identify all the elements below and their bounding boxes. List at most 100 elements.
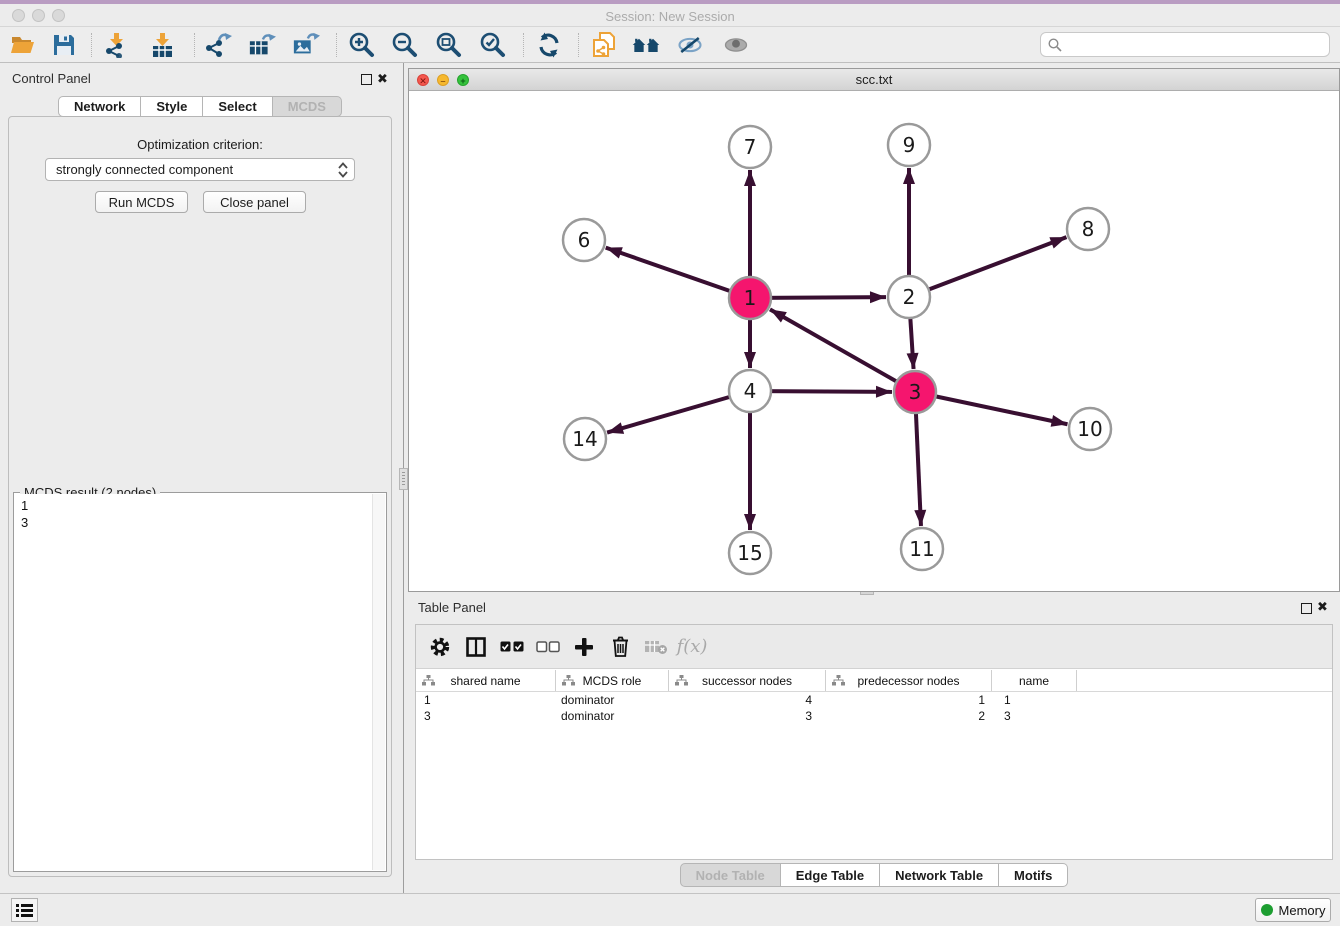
deselect-all-checkboxes-icon[interactable] [530,632,566,662]
zoom-fit-icon[interactable] [435,32,463,58]
graph-edge-1-6[interactable] [606,248,750,298]
add-row-icon[interactable] [566,632,602,662]
toolbar-separator [194,33,195,57]
import-table-icon[interactable] [148,32,176,58]
graph-node-9[interactable]: 9 [888,124,930,166]
cell-name[interactable]: 1 [992,693,1077,709]
tab-motifs[interactable]: Motifs [999,863,1068,887]
task-history-button[interactable] [11,898,38,922]
show-eye-icon[interactable] [722,32,750,58]
svg-text:10: 10 [1077,417,1102,441]
delete-table-icon[interactable] [638,632,674,662]
svg-text:1: 1 [744,286,757,310]
header-spacer [1077,670,1332,691]
graph-edge-4-14[interactable] [607,391,750,433]
cell-successor-nodes[interactable]: 4 [669,693,826,709]
cell-mcds-role[interactable]: dominator [556,693,669,709]
control-panel-close-icon[interactable]: ✖ [377,73,388,85]
main-toolbar [0,27,1340,63]
svg-text:7: 7 [744,135,757,159]
column-header-mcds-role[interactable]: MCDS role [556,670,669,691]
graph-node-4[interactable]: 4 [729,370,771,412]
graph-edge-3-1[interactable] [770,309,915,392]
tab-mcds[interactable]: MCDS [273,96,342,117]
cell-successor-nodes[interactable]: 3 [669,709,826,725]
svg-text:14: 14 [572,427,597,451]
export-image-icon[interactable] [292,32,320,58]
function-builder-icon[interactable]: f(x) [674,632,710,662]
graph-node-1[interactable]: 1 [729,277,771,319]
settings-gear-icon[interactable] [422,632,458,662]
show-columns-icon[interactable] [458,632,494,662]
cell-predecessor-nodes[interactable]: 1 [826,693,992,709]
cell-shared-name[interactable]: 3 [416,709,556,725]
table-panel-float-button[interactable] [1301,603,1312,614]
delete-row-icon[interactable] [602,632,638,662]
tab-style[interactable]: Style [141,96,203,117]
graph-node-3[interactable]: 3 [894,371,936,413]
graph-node-8[interactable]: 8 [1067,208,1109,250]
graph-node-2[interactable]: 2 [888,276,930,318]
mcds-result-text[interactable]: 1 3 [15,494,372,870]
graph-node-6[interactable]: 6 [563,219,605,261]
app-title: Session: New Session [0,9,1340,24]
zoom-selected-icon[interactable] [479,32,507,58]
clone-network-icon[interactable] [590,32,618,58]
network-window-titlebar[interactable]: ✕ – + scc.txt [409,69,1339,91]
open-file-icon[interactable] [9,32,37,58]
cell-mcds-role[interactable]: dominator [556,709,669,725]
import-network-icon[interactable] [102,32,130,58]
cell-shared-name[interactable]: 1 [416,693,556,709]
memory-button[interactable]: Memory [1255,898,1331,922]
tab-select[interactable]: Select [203,96,272,117]
table-panel-close-icon[interactable]: ✖ [1317,601,1328,613]
search-field[interactable] [1040,32,1330,57]
tab-node-table[interactable]: Node Table [680,863,781,887]
save-icon[interactable] [50,32,78,58]
table-header-row: shared name MCDS role successor nodes pr… [416,670,1332,692]
control-panel-float-button[interactable] [361,74,372,85]
graph-node-15[interactable]: 15 [729,532,771,574]
cell-name[interactable]: 3 [992,709,1077,725]
toolbar-separator [523,33,524,57]
export-network-icon[interactable] [204,32,232,58]
run-mcds-button[interactable]: Run MCDS [95,191,188,213]
tab-edge-table[interactable]: Edge Table [781,863,880,887]
panel-divider-grip[interactable] [399,468,408,490]
criterion-dropdown[interactable]: strongly connected component [45,158,355,181]
graph-node-14[interactable]: 14 [564,418,606,460]
mcds-result-scrollbar[interactable] [372,494,385,870]
column-header-shared-name[interactable]: shared name [416,670,556,691]
table-row[interactable]: 3 dominator 3 2 3 [416,709,1332,725]
column-header-predecessor-nodes[interactable]: predecessor nodes [826,670,992,691]
graph-node-7[interactable]: 7 [729,126,771,168]
network-graph[interactable]: 1 2 3 4 6 7 8 9 10 11 14 15 [409,91,1339,591]
tab-network[interactable]: Network [58,96,141,117]
dropdown-stepper-icon [337,161,349,179]
attribute-tree-icon [422,675,435,686]
graph-node-10[interactable]: 10 [1069,408,1111,450]
search-input[interactable] [1062,37,1329,52]
graph-node-11[interactable]: 11 [901,528,943,570]
zoom-in-icon[interactable] [348,32,376,58]
table-body: 1 dominator 4 1 1 3 dominator 3 2 3 [416,693,1332,725]
table-tabs: Node Table Edge Table Network Table Moti… [408,863,1340,887]
export-table-icon[interactable] [248,32,276,58]
select-all-checkboxes-icon[interactable] [494,632,530,662]
column-header-name[interactable]: name [992,670,1077,691]
graph-edge-2-8[interactable] [909,237,1066,297]
home-layout-icon[interactable] [632,32,660,58]
graph-edge-3-10[interactable] [915,392,1067,424]
control-panel-title: Control Panel [12,71,91,86]
network-canvas[interactable]: 1 2 3 4 6 7 8 9 10 11 14 15 [409,91,1339,591]
close-panel-button[interactable]: Close panel [203,191,306,213]
tab-network-table[interactable]: Network Table [880,863,999,887]
zoom-out-icon[interactable] [391,32,419,58]
column-header-successor-nodes[interactable]: successor nodes [669,670,826,691]
list-icon [16,903,33,918]
cell-predecessor-nodes[interactable]: 2 [826,709,992,725]
hide-eye-icon[interactable] [676,32,704,58]
status-bar: Memory [0,893,1340,926]
table-row[interactable]: 1 dominator 4 1 1 [416,693,1332,709]
refresh-icon[interactable] [535,32,563,58]
